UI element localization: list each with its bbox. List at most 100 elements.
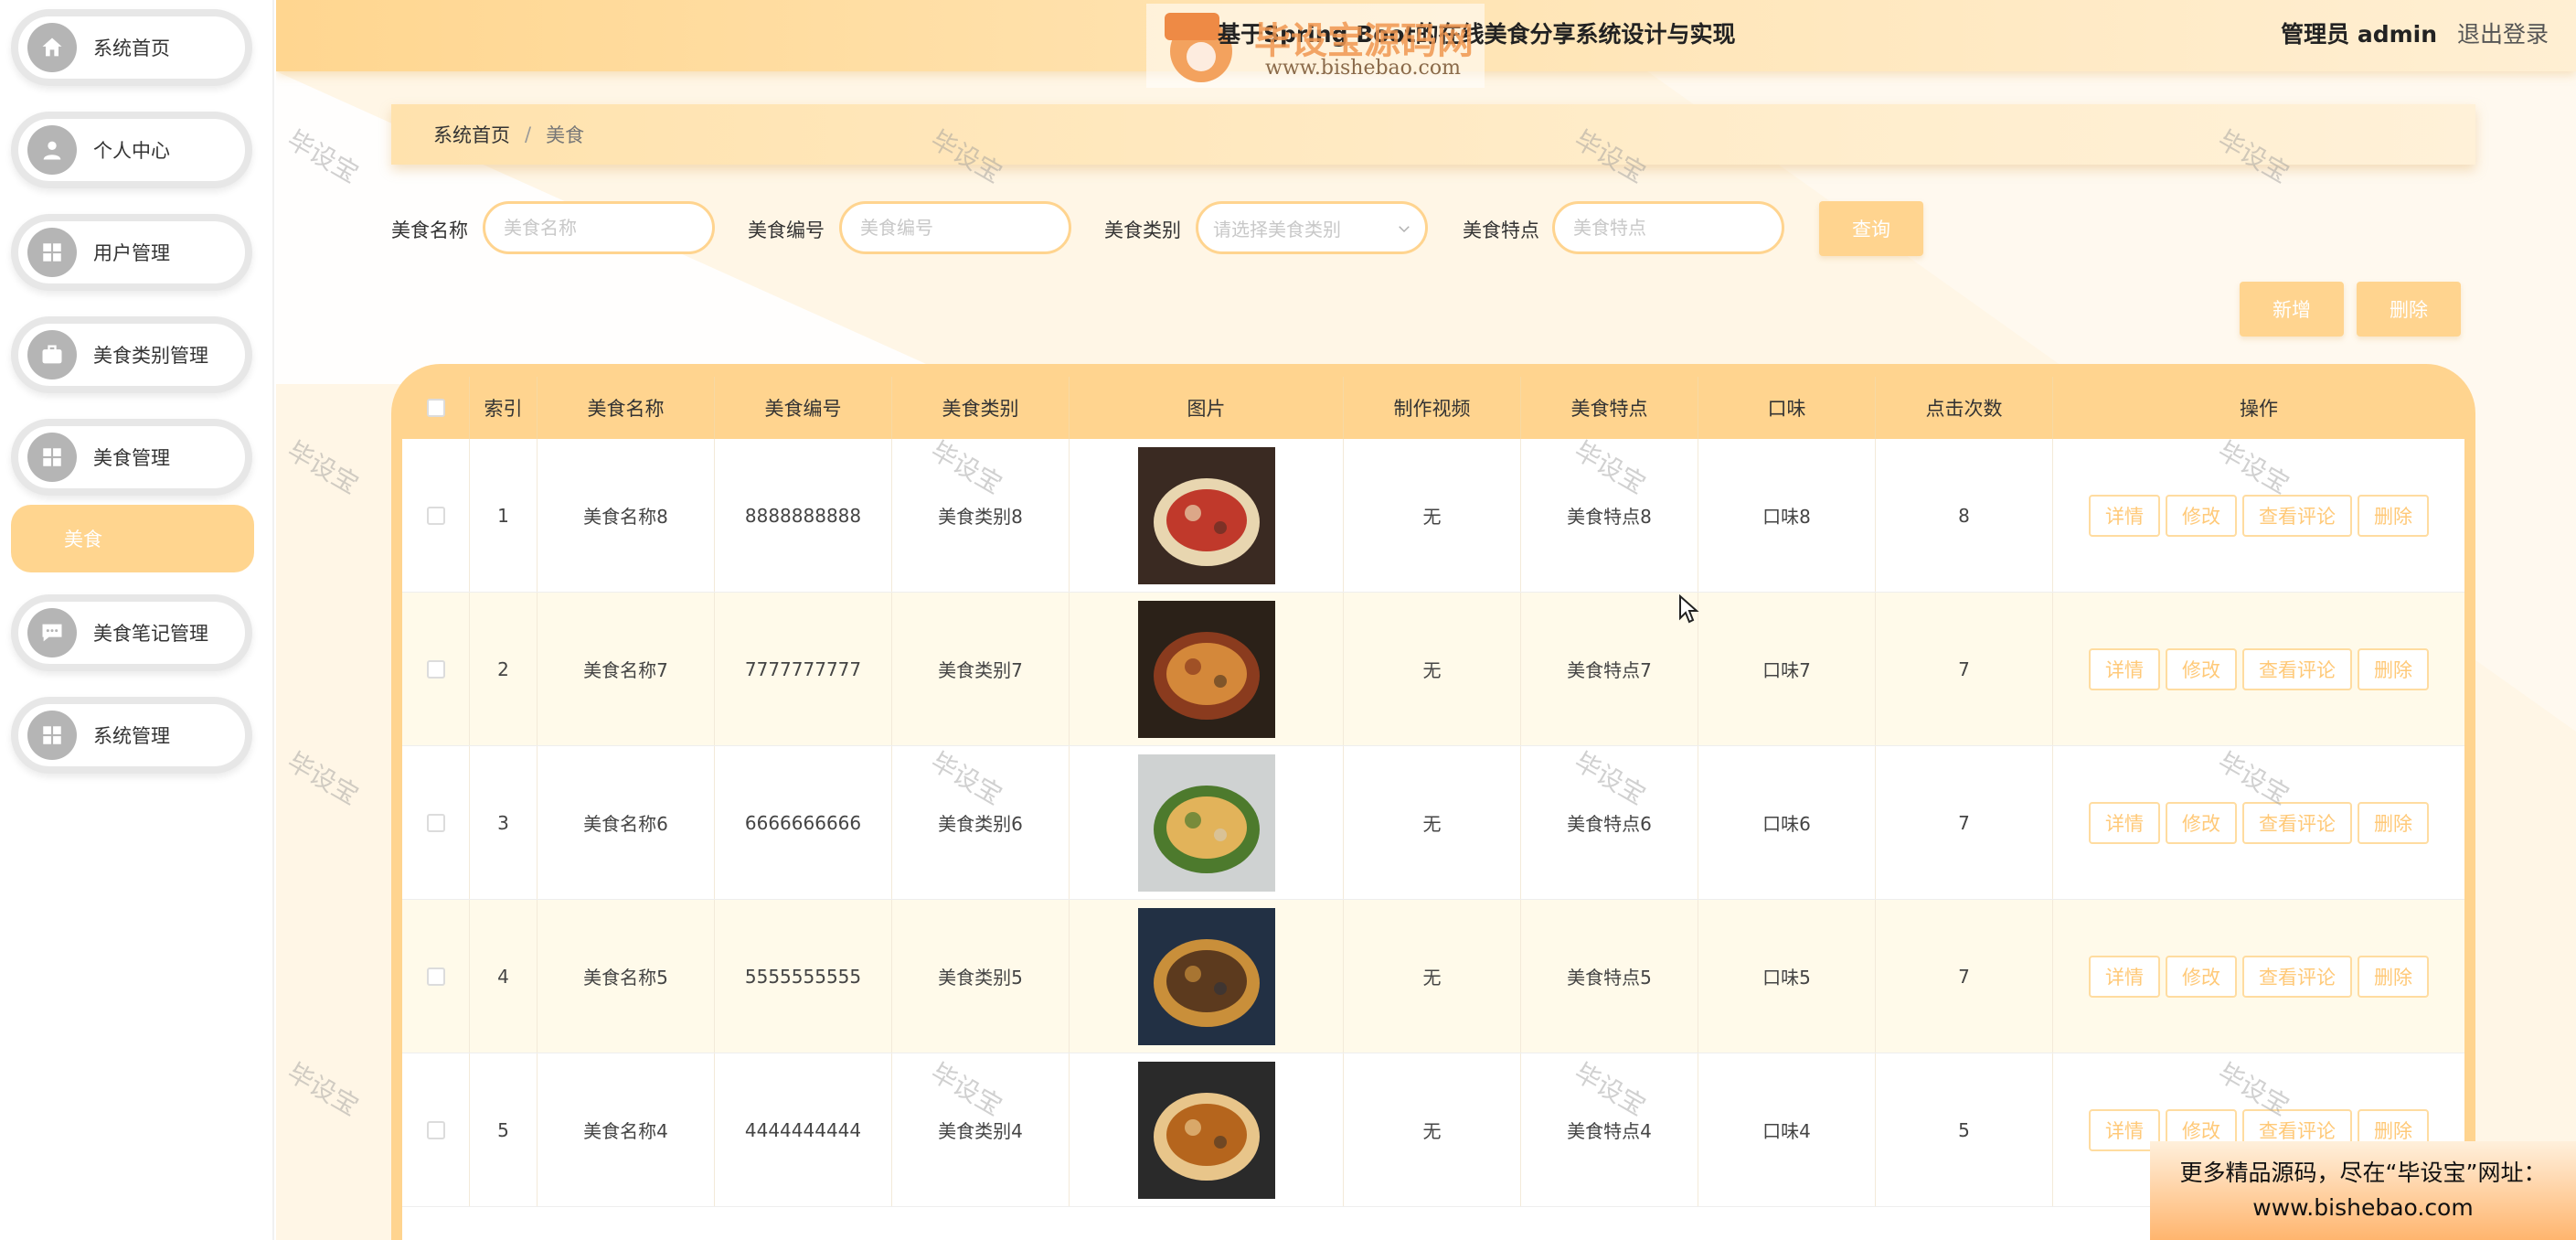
detail-button[interactable]: 详情 [2089,647,2160,690]
cell-code: 7777777777 [715,593,892,745]
row-select-cell [402,746,470,899]
cell-index: 4 [470,900,538,1053]
header-name: 美食名称 [538,377,715,439]
add-button[interactable]: 新增 [2240,282,2344,337]
row-checkbox[interactable] [426,659,445,679]
row-checkbox[interactable] [426,506,445,525]
cell-category: 美食类别4 [892,1053,1070,1206]
row-checkbox[interactable] [426,967,445,986]
cell-clicks: 7 [1876,900,2053,1053]
cell-actions: 详情 修改 查看评论 删除 [2053,900,2464,1053]
sidebar-item-profile[interactable]: 个人中心 [11,112,252,188]
row-select-cell [402,900,470,1053]
cell-name: 美食名称7 [538,593,715,745]
cell-clicks: 8 [1876,439,2053,592]
cell-feature: 美食特点7 [1521,593,1698,745]
food-image[interactable] [1137,754,1275,892]
detail-button[interactable]: 详情 [2089,801,2160,844]
sidebar-item-users[interactable]: 用户管理 [11,214,252,291]
food-image[interactable] [1137,446,1275,584]
header-clicks: 点击次数 [1876,377,2053,439]
logout-link[interactable]: 退出登录 [2457,21,2549,48]
chevron-down-icon [1399,226,1410,233]
cell-actions: 详情 修改 查看评论 删除 [2053,593,2464,745]
sidebar-item-label: 美食笔记管理 [93,623,208,645]
detail-button[interactable]: 详情 [2089,955,2160,998]
detail-button[interactable]: 详情 [2089,494,2160,537]
sidebar-item-food[interactable]: 美食管理 [11,419,252,496]
food-category-select[interactable]: 请选择美食类别 [1196,201,1428,254]
delete-button[interactable]: 删除 [2358,647,2429,690]
cell-video: 无 [1344,593,1521,745]
delete-button[interactable]: 删除 [2358,494,2429,537]
cell-feature: 美食特点5 [1521,900,1698,1053]
grid-icon [27,433,77,482]
grid-icon [27,711,77,760]
table-header: 索引 美食名称 美食编号 美食类别 图片 制作视频 美食特点 口味 点击次数 操… [402,377,2464,439]
cell-image [1070,439,1344,592]
edit-button[interactable]: 修改 [2166,801,2237,844]
logo-url: www.bishebao.com [1265,57,1461,80]
sidebar-item-label: 个人中心 [93,140,170,162]
view-comments-button[interactable]: 查看评论 [2242,801,2352,844]
cell-video: 无 [1344,746,1521,899]
cell-video: 无 [1344,1053,1521,1206]
cell-taste: 口味4 [1698,1053,1876,1206]
food-code-label: 美食编号 [748,219,825,241]
sidebar-item-label: 美食管理 [93,447,170,469]
query-button[interactable]: 查询 [1819,201,1923,256]
cell-name: 美食名称5 [538,900,715,1053]
food-table: 索引 美食名称 美食编号 美食类别 图片 制作视频 美食特点 口味 点击次数 操… [391,364,2475,1240]
food-image[interactable] [1137,600,1275,738]
food-feature-input[interactable] [1552,201,1784,254]
cell-category: 美食类别6 [892,746,1070,899]
view-comments-button[interactable]: 查看评论 [2242,494,2352,537]
row-select-cell [402,593,470,745]
cell-category: 美食类别8 [892,439,1070,592]
select-all-checkbox[interactable] [426,399,445,417]
sidebar-subitem-food[interactable]: 美食 [11,505,254,572]
row-checkbox[interactable] [426,813,445,832]
sidebar-item-home[interactable]: 系统首页 [11,9,252,86]
food-name-input[interactable] [483,201,715,254]
home-icon [27,23,77,72]
cell-image [1070,1053,1344,1206]
sidebar-item-system[interactable]: 系统管理 [11,697,252,774]
main-area: 基于Spring Boot的在线美食分享系统设计与实现 毕设宝源码网 www.b… [276,0,2576,1240]
cell-code: 8888888888 [715,439,892,592]
cell-taste: 口味5 [1698,900,1876,1053]
cell-name: 美食名称4 [538,1053,715,1206]
delete-button[interactable]: 删除 [2358,955,2429,998]
cell-index: 3 [470,746,538,899]
sidebar-item-food-notes[interactable]: 美食笔记管理 [11,594,252,671]
cell-clicks: 7 [1876,593,2053,745]
cell-feature: 美食特点4 [1521,1053,1698,1206]
edit-button[interactable]: 修改 [2166,647,2237,690]
grid-icon [27,228,77,277]
cell-feature: 美食特点6 [1521,746,1698,899]
food-image[interactable] [1137,907,1275,1045]
row-checkbox[interactable] [426,1120,445,1139]
food-code-input[interactable] [839,201,1071,254]
header-code: 美食编号 [715,377,892,439]
table-row: 3 美食名称6 6666666666 美食类别6 无美食特点6 口味6 7 详情 修改 查看评论删… [402,746,2464,900]
food-category-label: 美食类别 [1104,219,1181,241]
sidebar-item-label: 系统管理 [93,725,170,747]
table-row: 2 美食名称7 7777777777 美食类别7 无美食特点7 口味7 7 详情 修改 查看评论删… [402,593,2464,746]
cell-feature: 美食特点8 [1521,439,1698,592]
cell-clicks: 7 [1876,746,2053,899]
sidebar-item-food-category[interactable]: 美食类别管理 [11,316,252,393]
delete-button[interactable]: 删除 [2358,801,2429,844]
breadcrumb-home[interactable]: 系统首页 [433,121,510,148]
header-taste: 口味 [1698,377,1876,439]
promo-banner[interactable]: 更多精品源码，尽在“毕设宝”网址： www.bishebao.com [2150,1141,2576,1240]
edit-button[interactable]: 修改 [2166,494,2237,537]
batch-delete-button[interactable]: 删除 [2357,282,2461,337]
edit-button[interactable]: 修改 [2166,955,2237,998]
view-comments-button[interactable]: 查看评论 [2242,955,2352,998]
cell-category: 美食类别7 [892,593,1070,745]
food-image[interactable] [1137,1061,1275,1199]
table-row: 1 美食名称8 8888888888 美食类别8 无美食特点8 口味8 8 详情 修改 查看评论删… [402,439,2464,593]
header-image: 图片 [1070,377,1344,439]
view-comments-button[interactable]: 查看评论 [2242,647,2352,690]
